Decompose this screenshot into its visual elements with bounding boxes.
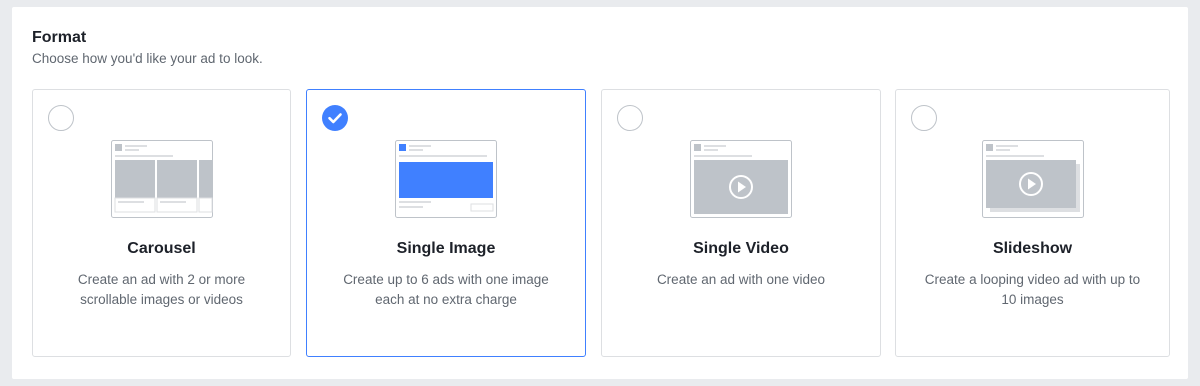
format-option-single-video[interactable]: Single Video Create an ad with one video xyxy=(601,89,881,357)
single-video-icon xyxy=(690,140,792,218)
radio-button-carousel[interactable] xyxy=(48,105,74,131)
format-panel: Format Choose how you'd like your ad to … xyxy=(12,7,1188,379)
radio-button-single-image[interactable] xyxy=(322,105,348,131)
card-description: Create up to 6 ads with one image each a… xyxy=(343,272,549,307)
format-option-carousel[interactable]: Carousel Create an ad with 2 or more scr… xyxy=(32,89,291,357)
checkmark-icon xyxy=(328,113,342,124)
format-option-slideshow[interactable]: Slideshow Create a looping video ad with… xyxy=(895,89,1170,357)
card-title: Slideshow xyxy=(992,240,1073,257)
card-description: Create an ad with 2 or more scrollable i… xyxy=(77,272,246,307)
format-option-single-image[interactable]: Single Image Create up to 6 ads with one… xyxy=(306,89,586,357)
section-title: Format xyxy=(32,29,87,46)
card-description: Create an ad with one video xyxy=(656,272,826,287)
section-subtitle: Choose how you'd like your ad to look. xyxy=(32,51,263,66)
card-description: Create a looping video ad with up to 10 … xyxy=(924,272,1141,307)
single-image-icon xyxy=(395,140,497,218)
radio-button-slideshow[interactable] xyxy=(911,105,937,131)
radio-button-single-video[interactable] xyxy=(617,105,643,131)
card-title: Single Image xyxy=(396,240,496,257)
card-title: Single Video xyxy=(693,240,789,257)
carousel-icon xyxy=(110,140,213,218)
card-title: Carousel xyxy=(127,240,196,257)
slideshow-icon xyxy=(981,140,1084,218)
